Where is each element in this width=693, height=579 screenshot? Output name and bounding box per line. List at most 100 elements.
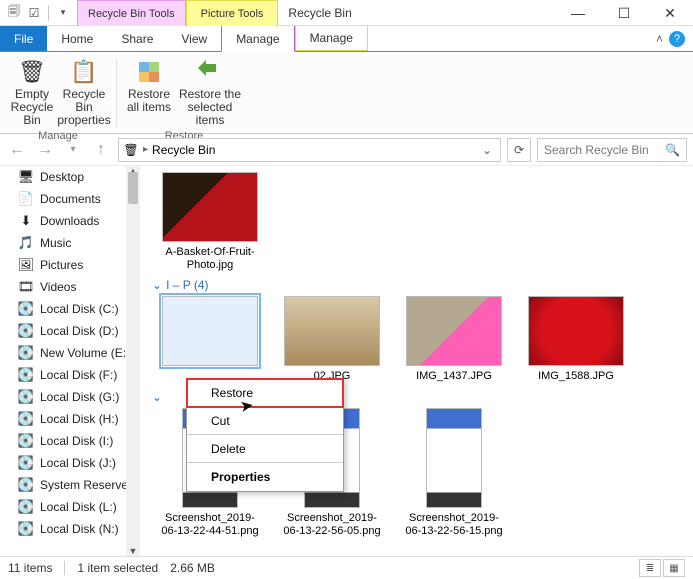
tree-item[interactable]: 💽 Local Disk (L:) (0, 496, 139, 518)
tree-item[interactable]: 💽Local Disk (G:) (0, 386, 139, 408)
empty-recycle-bin-button[interactable]: 🗑 Empty Recycle Bin (8, 56, 56, 128)
tree-item[interactable]: 📄Documents (0, 188, 139, 210)
file-item[interactable]: 02.JPG (282, 296, 382, 383)
tab-share[interactable]: Share (107, 26, 167, 51)
tree-item-icon: 💽 (18, 477, 34, 493)
tree-item-label: Local Disk (J:) (40, 456, 116, 470)
tree-item-icon: 💽 (18, 499, 34, 515)
file-list[interactable]: A-Basket-Of-Fruit-Photo.jpg ⌄I – P (4) 02.… (140, 166, 693, 556)
recycle-bin-icon: 🗑 (123, 142, 139, 158)
ribbon-help: ˄ ? (656, 26, 693, 51)
restore-icon (196, 56, 224, 88)
tree-item[interactable]: 🎞Videos (0, 276, 139, 298)
file-item[interactable]: A-Basket-Of-Fruit-Photo.jpg (160, 172, 260, 272)
tree-item-label: Videos (40, 280, 76, 294)
tree-item-icon: 💽 (18, 301, 34, 317)
recent-locations-icon[interactable]: ▾ (62, 139, 84, 161)
file-item[interactable]: IMG_1437.JPG (404, 296, 504, 383)
thumbnail (162, 172, 258, 242)
tree-item[interactable]: 💽Local Disk (I:) (0, 430, 139, 452)
trash-icon: 🗑 (18, 56, 46, 88)
tabgroup-recycle-bin: Recycle Bin Tools (77, 0, 186, 26)
tree-item-label: System Reservec (40, 478, 134, 492)
tree-scrollbar[interactable]: ▲ ▼ (126, 166, 140, 556)
tab-manage-pic[interactable]: Manage (295, 26, 368, 51)
group-header[interactable]: ⌄I – P (4) (152, 278, 693, 292)
minimize-button[interactable]: — (555, 0, 601, 26)
tree-item-label: Local Disk (L:) (40, 500, 117, 514)
tab-manage-bin[interactable]: Manage (221, 26, 294, 52)
context-delete[interactable]: Delete (187, 435, 343, 463)
file-name: IMG_1588.JPG (538, 370, 614, 383)
tab-view[interactable]: View (167, 26, 221, 51)
tree-item-label: Downloads (40, 214, 99, 228)
details-view-button[interactable]: ≣ (639, 559, 661, 577)
collapse-ribbon-icon[interactable]: ˄ (656, 32, 663, 46)
maximize-button[interactable]: ☐ (601, 0, 647, 26)
tree-item[interactable]: ⬇Downloads (0, 210, 139, 232)
tab-file[interactable]: File (0, 26, 47, 51)
context-cut[interactable]: Cut (187, 407, 343, 435)
file-item[interactable]: IMG_1588.JPG (526, 296, 626, 383)
recycle-bin-properties-button[interactable]: 📋 Recycle Bin properties (60, 56, 108, 128)
tree-item-label: Local Disk (F:) (40, 368, 117, 382)
file-item[interactable]: Screenshot_2019-06-13-22-56-15.png (404, 408, 504, 538)
tree-item[interactable]: 💽 Local Disk (F:) (0, 364, 139, 386)
tree-item-label: Local Disk (H:) (40, 412, 119, 426)
tree-item[interactable]: 🖼Pictures (0, 254, 139, 276)
file-name: Screenshot_2019-06-13-22-44-51.png (160, 512, 260, 538)
tree-item-label: Documents (40, 192, 101, 206)
search-placeholder: Search Recycle Bin (544, 143, 665, 157)
properties-icon[interactable]: ☑ (26, 5, 42, 21)
tree-item-label: New Volume (E:) (40, 346, 130, 360)
restore-selected-button[interactable]: Restore the selected items (177, 56, 243, 128)
search-box[interactable]: Search Recycle Bin 🔍 (537, 138, 687, 162)
tree-item-icon: 💽 (18, 367, 34, 383)
tree-item[interactable]: 💽 Local Disk (H:) (0, 408, 139, 430)
quick-access-toolbar: 🗐 ☑ ▾ (0, 0, 77, 25)
breadcrumb[interactable]: Recycle Bin (152, 143, 215, 157)
tab-home[interactable]: Home (47, 26, 107, 51)
file-name: A-Basket-Of-Fruit-Photo.jpg (160, 246, 260, 272)
file-item[interactable] (160, 296, 260, 383)
tree-item-label: Local Disk (G:) (40, 390, 119, 404)
thumbnail (528, 296, 624, 366)
tree-item-label: Music (40, 236, 71, 250)
ribbon-tabs: File Home Share View Manage Manage ˄ ? (0, 26, 693, 52)
view-toggles: ≣ ▦ (639, 559, 685, 577)
thumbnails-view-button[interactable]: ▦ (663, 559, 685, 577)
tree-item[interactable]: 💽Local Disk (N:) (0, 518, 139, 540)
close-button[interactable]: ✕ (647, 0, 693, 26)
tree-item[interactable]: 🖥Desktop (0, 166, 139, 188)
context-restore[interactable]: Restore (187, 379, 343, 407)
up-button[interactable]: ↑ (90, 139, 112, 161)
scroll-thumb[interactable] (128, 172, 138, 204)
restore-all-button[interactable]: Restore all items (125, 56, 173, 128)
context-properties[interactable]: Properties (187, 463, 343, 491)
address-dropdown-icon[interactable]: ⌄ (478, 143, 496, 157)
back-button[interactable]: ← (6, 139, 28, 161)
tree-item[interactable]: 🎵Music (0, 232, 139, 254)
forward-button[interactable]: → (34, 139, 56, 161)
tree-item[interactable]: 💽 New Volume (E:) (0, 342, 139, 364)
search-icon[interactable]: 🔍 (665, 143, 680, 157)
tree-item[interactable]: 💽 System Reservec (0, 474, 139, 496)
tree-item-icon: 💽 (18, 411, 34, 427)
navigation-pane[interactable]: 🖥Desktop📄Documents⬇Downloads🎵Music🖼Pictu… (0, 166, 140, 556)
tree-item[interactable]: 💽Local Disk (J:) (0, 452, 139, 474)
address-bar[interactable]: 🗑 ▸ Recycle Bin ⌄ (118, 138, 501, 162)
thumbnail (284, 296, 380, 366)
tree-item[interactable]: 💽Local Disk (C:) (0, 298, 139, 320)
help-icon[interactable]: ? (669, 31, 685, 47)
refresh-button[interactable]: ⟳ (507, 138, 531, 162)
folder-icon[interactable]: 🗐 (6, 5, 22, 21)
group-label: I – P (4) (166, 278, 208, 292)
tree-item[interactable]: 💽Local Disk (D:) (0, 320, 139, 342)
tree-item-icon: 💽 (18, 521, 34, 537)
window-title: Recycle Bin (278, 0, 555, 25)
tree-item-icon: 🖥 (18, 169, 34, 185)
customize-icon[interactable]: ▾ (55, 5, 71, 21)
scroll-down-icon[interactable]: ▼ (128, 546, 138, 556)
chevron-right-icon: ▸ (143, 144, 148, 155)
tree-item-icon: 💽 (18, 345, 34, 361)
